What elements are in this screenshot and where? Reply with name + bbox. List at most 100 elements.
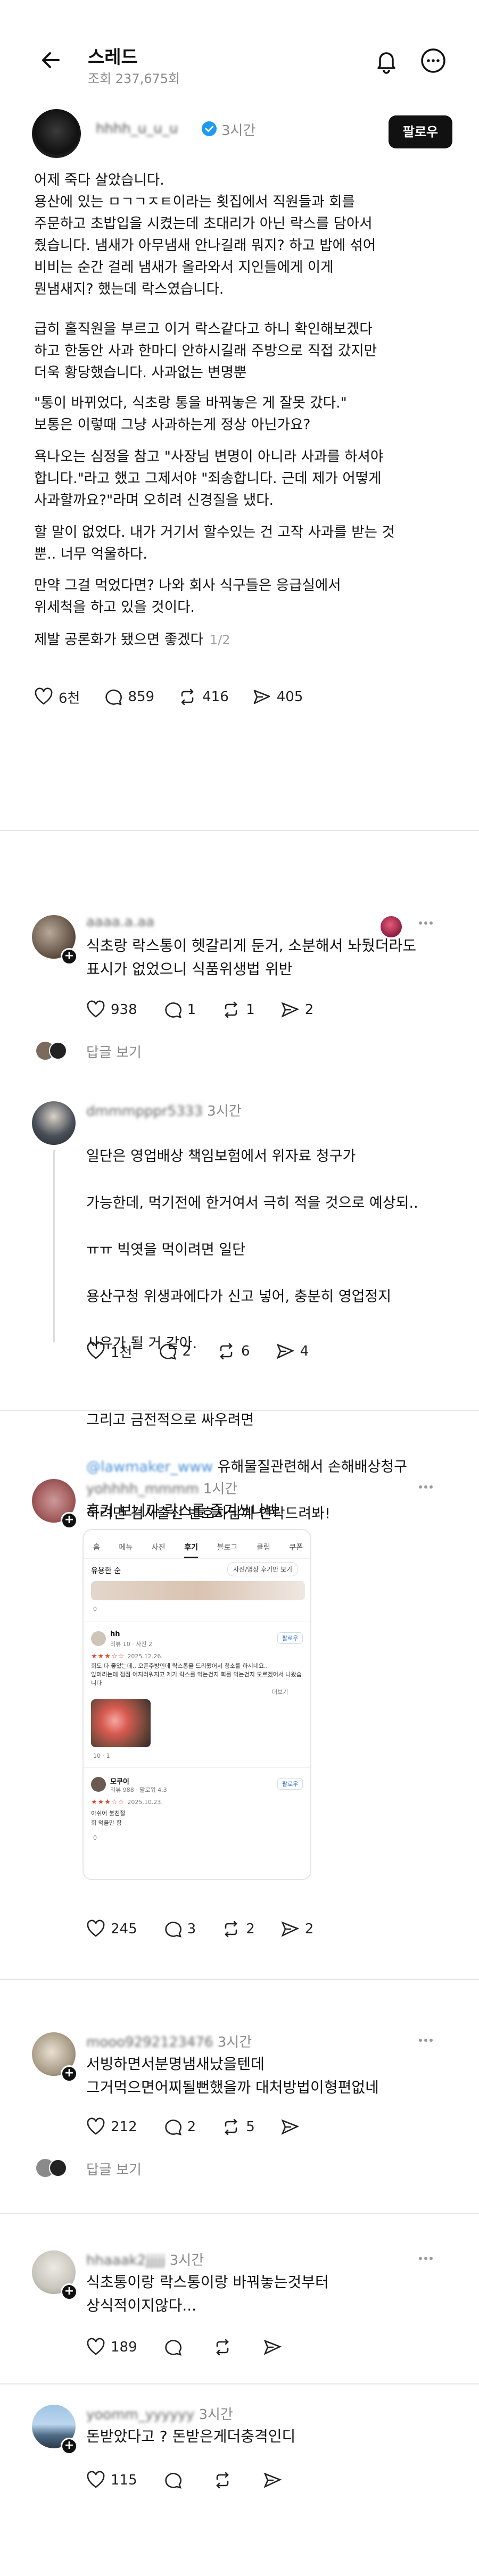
repost-count: 1 (246, 1002, 255, 1018)
comment-button[interactable]: 1 (163, 1000, 196, 1019)
like-button[interactable]: 212 (86, 2117, 137, 2137)
repost-button[interactable]: 2 (221, 1919, 255, 1939)
repost-button[interactable]: 6 (217, 1342, 250, 1361)
follow-plus-icon[interactable]: + (61, 2065, 78, 2082)
more-options-icon[interactable] (415, 2250, 436, 2266)
more-options-icon[interactable] (415, 1479, 436, 1495)
like-button[interactable]: 1천 (86, 1342, 132, 1361)
share-count: 2 (304, 1921, 314, 1937)
follow-plus-icon[interactable]: + (61, 2438, 78, 2455)
heart-icon (87, 2471, 105, 2488)
repost-button[interactable]: 5 (221, 2117, 255, 2137)
send-icon (253, 689, 270, 704)
post-paragraph: 어제 죽다 살았습니다. 용산에 있는 ㅁㄱㄱㅈㅌ이라는 횟집에서 직원들과 회… (34, 172, 376, 297)
send-icon (263, 2339, 282, 2355)
sashimi-photo (91, 1699, 151, 1747)
rating-row: ★★★☆☆ 2025.10.23. (91, 1796, 163, 1806)
comment-count: 2 (182, 1343, 192, 1359)
reply-time: 3시간 (217, 2034, 252, 2050)
review-card: hh 리뷰 10 · 사진 2 팔로우 ★★★☆☆ 2025.12.26. 회도… (91, 1629, 305, 1762)
repost-icon (181, 688, 194, 705)
like-button[interactable]: 6천 (34, 687, 80, 707)
repost-icon (216, 2339, 229, 2356)
share-button[interactable]: 2 (280, 1000, 313, 1019)
like-button[interactable]: 938 (86, 1000, 137, 1019)
comment-button[interactable]: 2 (163, 2117, 196, 2137)
review-tabs: 홈 메뉴 사진 후기 블로그 클립 쿠폰 (84, 1538, 310, 1559)
review-card: 모쿠이 리뷰 988 · 팔로워 4.3 팔로우 ★★★☆☆ 2025.10.2… (91, 1775, 305, 1855)
heart-icon (87, 1919, 105, 1937)
share-button[interactable]: 2 (280, 1919, 314, 1939)
repost-button[interactable] (213, 2338, 237, 2357)
tab-photos: 사진 (151, 1543, 166, 1552)
view-replies-link[interactable]: 답글 보기 (86, 1042, 142, 1061)
comment-button[interactable] (163, 2338, 187, 2357)
bell-icon[interactable] (373, 47, 400, 74)
post-paragraph: 욕나오는 심정을 참고 "사장님 변명이 아니라 사과를 하셔야 합니다."라고… (34, 448, 384, 509)
comment-button[interactable] (163, 2471, 187, 2490)
more-options-icon[interactable] (415, 2032, 436, 2048)
reply-text: 서빙하면서분명냄새났을텐데 그거먹으면어찌될뻔했을까 대처방법이형편없네 (86, 2055, 379, 2096)
more-options-icon[interactable] (415, 915, 436, 931)
repost-button[interactable]: 416 (178, 687, 229, 707)
share-button[interactable] (280, 2117, 305, 2137)
reply-author-name[interactable]: hhaaak2jjjjj (86, 2253, 165, 2268)
share-button[interactable] (263, 2471, 287, 2490)
comment-button[interactable]: 859 (103, 687, 154, 707)
comment-button[interactable]: 3 (163, 1919, 196, 1939)
comment-icon (165, 1002, 181, 1018)
heart-icon (35, 687, 53, 705)
comment-button[interactable]: 2 (158, 1342, 191, 1361)
more-options-icon[interactable] (419, 47, 447, 74)
like-button[interactable]: 115 (86, 2471, 137, 2490)
reply-author-name[interactable]: yoomm_yyyyyy (86, 2407, 194, 2423)
reviewer-stats: 리뷰 988 · 팔로워 4.3 (110, 1786, 167, 1793)
repost-icon (216, 2472, 229, 2489)
follow-plus-icon[interactable]: + (61, 948, 78, 965)
comment-icon (160, 1344, 177, 1360)
review-like-count: 0 (93, 1834, 97, 1841)
reply-text-line: 그리고 금전적으로 싸우려면 (86, 1412, 254, 1428)
verified-badge-icon (201, 121, 217, 137)
share-button[interactable]: 405 (252, 687, 303, 707)
top-bar: 스레드 조회 237,675회 (0, 0, 479, 106)
share-count: 405 (276, 689, 303, 705)
post-text: "통이 바뀌었다, 식초랑 통을 바꿔놓은 게 잘못 갔다." 보통은 이렇때 … (34, 392, 449, 436)
share-button[interactable] (263, 2338, 287, 2357)
reply-actions: 212 2 5 (86, 2116, 331, 2138)
view-replies-link[interactable]: 답글 보기 (86, 2159, 142, 2179)
author-avatar[interactable] (32, 109, 81, 158)
post-text: 만약 그걸 먹었다면? 나와 회사 식구들은 응급실에서 위세척을 하고 있을 … (34, 575, 449, 618)
reply-actions: 115 (86, 2470, 313, 2491)
author-name[interactable]: hhhh_u_u_u (96, 121, 178, 137)
repost-button[interactable] (213, 2471, 237, 2490)
like-button[interactable]: 245 (86, 1919, 137, 1939)
follow-plus-icon[interactable]: + (61, 1512, 78, 1529)
post-text: 할 말이 없었다. 내가 거기서 할수있는 건 고작 사과를 받는 것 뿐.. … (34, 521, 449, 565)
back-arrow-icon[interactable] (37, 47, 64, 73)
comment-icon (165, 2473, 181, 2489)
reply-actions: 1천 2 6 4 (86, 1341, 334, 1362)
repost-count: 2 (246, 1921, 255, 1937)
follow-button[interactable]: 팔로우 (389, 115, 452, 148)
post-paragraph: 만약 그걸 먹었다면? 나와 회사 식구들은 응급실에서 위세척을 하고 있을 … (34, 577, 341, 616)
reply-author-name[interactable]: dmmmpppr5333 (86, 1103, 203, 1119)
repost-count: 6 (241, 1343, 250, 1359)
post-text: 어제 죽다 살았습니다. 용산에 있는 ㅁㄱㄱㅈㅌ이라는 횟집에서 직원들과 회… (34, 169, 449, 300)
send-icon (281, 1921, 300, 1937)
reviewer-avatar (91, 1777, 106, 1792)
follow-plus-icon[interactable]: + (61, 2283, 78, 2300)
reply-author-name[interactable]: aaaa.a.aa (86, 914, 154, 930)
share-button[interactable]: 4 (276, 1342, 309, 1361)
reply-author-name[interactable]: yohhhh_mmmm (86, 1481, 199, 1497)
attached-image[interactable]: 홈 메뉴 사진 후기 블로그 클립 쿠폰 유용한 순 사진/영상 후기만 보기 … (82, 1529, 311, 1880)
like-count: 189 (111, 2339, 137, 2355)
reviewer-avatar (91, 1631, 106, 1646)
reply-author-name[interactable]: mooo9292123476 (86, 2034, 213, 2050)
section-divider (0, 2213, 479, 2214)
like-button[interactable]: 189 (86, 2338, 137, 2357)
post-actions: 6천 859 416 405 (34, 686, 326, 708)
repost-button[interactable]: 1 (221, 1000, 255, 1019)
reply-avatar[interactable] (32, 1101, 76, 1145)
reviewer-follow: 팔로우 (277, 1778, 303, 1790)
